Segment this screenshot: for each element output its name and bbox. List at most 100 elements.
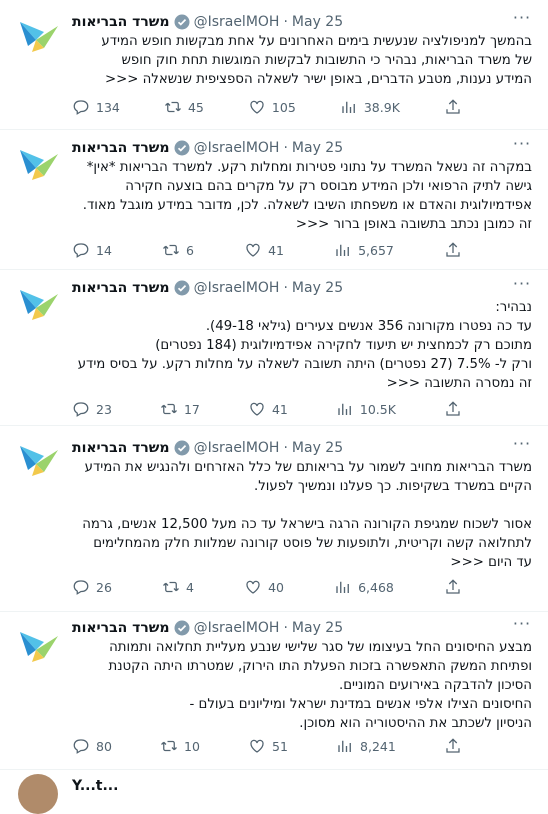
view-count: 8,241 [360,738,396,754]
views-button[interactable]: 8,241 [336,737,396,755]
author-name[interactable]: משרד הבריאות [72,14,170,30]
share-button[interactable] [444,98,462,116]
tweet-date[interactable]: May 25 [292,140,343,156]
author-name[interactable]: משרד הבריאות [72,440,170,456]
moh-logo-avatar[interactable] [14,140,60,186]
view-count: 38.9K [363,99,400,115]
separator-dot: · [283,14,288,30]
more-options-icon[interactable]: ··· [512,276,532,298]
like-button[interactable]: 41 [248,400,288,418]
tweet[interactable]: משרד הבריאות @IsraelMOH · May 25 ··· משר… [0,426,548,612]
separator-dot: · [283,140,288,156]
share-button[interactable] [444,578,462,596]
reply-count: 14 [96,242,112,258]
tweet-actions: 26 4 40 6,468 [72,577,462,597]
separator-dot: · [283,620,288,636]
tweet-date[interactable]: May 25 [292,440,343,456]
author-handle[interactable]: @IsraelMOH [194,140,280,156]
views-button[interactable]: 6,468 [334,578,394,596]
author-handle[interactable]: @IsraelMOH [194,280,280,296]
tweet-text: במקרה זה נשאל המשרד על נתוני פטירות ומחל… [82,160,532,232]
retweet-button[interactable]: 17 [160,400,200,418]
tweet-header: משרד הבריאות @IsraelMOH · May 25 [72,278,508,298]
like-count: 41 [271,401,288,417]
author-name[interactable]: משרד הבריאות [72,620,170,636]
retweet-button[interactable]: 6 [162,241,194,259]
reply-icon [73,100,89,115]
reply-button[interactable]: 80 [72,737,112,755]
view-count: 6,468 [358,579,394,595]
tweet-header: משרד הבריאות @IsraelMOH · May 25 [72,138,508,158]
more-options-icon[interactable]: ··· [512,10,532,32]
tweet-text: משרד הבריאות מחויב לשמור על בריאותם של כ… [82,460,532,570]
separator-dot: · [283,280,288,296]
verified-badge-icon [174,440,190,456]
verified-badge-icon [174,140,190,156]
retweet-button[interactable]: 45 [164,98,204,116]
views-chart-icon [336,581,350,593]
share-button[interactable] [444,241,462,259]
reply-button[interactable]: 26 [72,578,112,596]
like-button[interactable]: 40 [244,578,284,596]
reply-button[interactable]: 23 [72,400,112,418]
heart-icon [250,402,264,416]
views-chart-icon [336,244,350,256]
views-button[interactable]: 5,657 [334,241,394,259]
tweet-actions: 14 6 41 5,657 [72,240,462,260]
like-button[interactable]: 41 [244,241,284,259]
reply-count: 134 [96,99,120,115]
share-button[interactable] [444,400,462,418]
verified-badge-icon [174,280,190,296]
moh-logo-avatar[interactable] [14,622,60,668]
tweet-date[interactable]: May 25 [292,280,343,296]
share-icon [446,99,460,114]
tweet-header: משרד הבריאות @IsraelMOH · May 25 [72,618,508,638]
view-count: 10.5K [359,401,396,417]
author-name[interactable]: משרד הבריאות [72,140,170,156]
views-chart-icon [338,740,351,752]
tweet[interactable]: משרד הבריאות @IsraelMOH · May 25 ··· במק… [0,130,548,270]
like-button[interactable]: 105 [248,98,296,116]
tweet-actions: 80 10 51 8,241 [72,736,462,756]
more-options-icon[interactable]: ··· [512,436,532,458]
views-button[interactable]: 10.5K [336,400,396,418]
retweet-icon [163,581,179,593]
retweet-count: 10 [184,738,200,754]
tweet-date[interactable]: May 25 [292,620,343,636]
heart-icon [250,739,264,753]
share-button[interactable] [444,737,462,755]
reply-button[interactable]: 14 [72,241,112,259]
author-handle[interactable]: @IsraelMOH [194,440,280,456]
tweet-actions: 23 17 41 10.5K [72,399,462,419]
author-name[interactable]: Y...t... [72,778,118,794]
author-name[interactable]: משרד הבריאות [72,280,170,296]
like-button[interactable]: 51 [248,737,288,755]
verified-badge-icon [174,14,190,30]
moh-logo-avatar[interactable] [14,280,60,326]
like-count: 41 [268,242,284,258]
share-icon [446,242,460,257]
retweet-count: 6 [186,242,194,258]
view-count: 5,657 [358,242,394,258]
more-options-icon[interactable]: ··· [512,616,532,638]
heart-icon [250,100,264,114]
tweet-actions: 134 45 105 38.9K [72,97,462,117]
tweet[interactable]: משרד הבריאות @IsraelMOH · May 25 ··· מבצ… [0,612,548,770]
reply-button[interactable]: 134 [72,98,120,116]
tweet[interactable]: משרד הבריאות @IsraelMOH · May 25 ··· נבה… [0,270,548,426]
views-button[interactable]: 38.9K [340,98,400,116]
tweet-divider [0,769,548,770]
moh-logo-avatar[interactable] [14,436,60,482]
reply-icon [73,243,89,258]
moh-logo-avatar[interactable] [14,12,60,58]
tweet-header: משרד הבריאות @IsraelMOH · May 25 [72,438,508,458]
retweet-button[interactable]: 4 [162,578,194,596]
author-handle[interactable]: @IsraelMOH [194,620,280,636]
author-handle[interactable]: @IsraelMOH [194,14,280,30]
tweet[interactable]: משרד הבריאות @IsraelMOH · May 25 ··· בהמ… [0,0,548,130]
user-avatar[interactable] [18,774,58,814]
tweet-date[interactable]: May 25 [292,14,343,30]
more-options-icon[interactable]: ··· [512,136,532,158]
heart-icon [246,243,260,257]
retweet-button[interactable]: 10 [160,737,200,755]
